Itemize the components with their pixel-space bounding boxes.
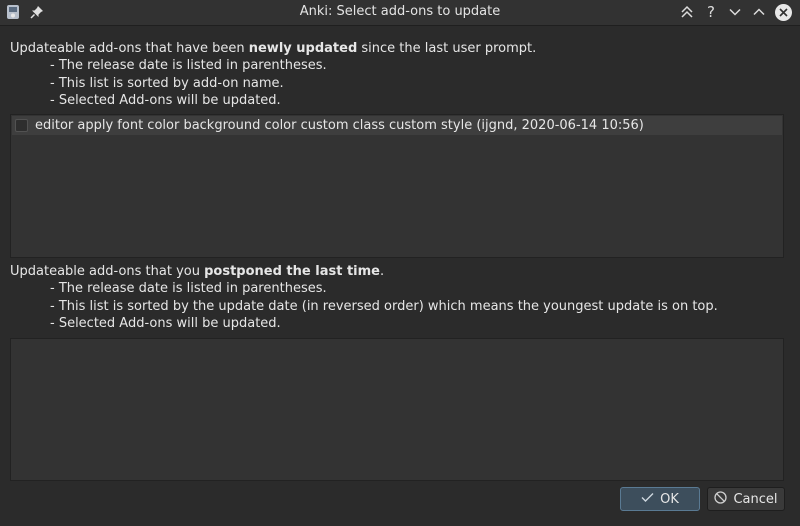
- title-bar: Anki: Select add-ons to update ?: [0, 0, 800, 26]
- bullet-text: - The release date is listed in parenthe…: [50, 281, 327, 297]
- newly-updated-description: Updateable add-ons that have been newly …: [10, 40, 536, 109]
- close-icon[interactable]: [774, 3, 792, 21]
- postponed-description: Updateable add-ons that you postponed th…: [10, 263, 718, 332]
- cancel-button[interactable]: Cancel: [707, 487, 785, 511]
- newly-updated-list[interactable]: editor apply font color background color…: [10, 114, 784, 258]
- cancel-label: Cancel: [733, 491, 778, 507]
- ok-button[interactable]: OK: [620, 487, 700, 511]
- postponed-list[interactable]: [10, 338, 784, 481]
- bullet-text: - Selected Add-ons will be updated.: [50, 92, 281, 108]
- addon-checkbox[interactable]: [15, 119, 28, 132]
- dialog-window: Anki: Select add-ons to update ? Updatea…: [0, 0, 800, 526]
- ok-label: OK: [660, 491, 679, 507]
- newly-updated-intro: Updateable add-ons that have been newly …: [10, 41, 537, 56]
- checkmark-icon: [641, 492, 654, 507]
- bullet-text: - This list is sorted by the update date…: [50, 298, 718, 314]
- bullet-text: - The release date is listed in parenthe…: [50, 58, 327, 74]
- chevron-down-icon[interactable]: [726, 3, 744, 21]
- cancel-icon: [714, 490, 728, 508]
- list-item[interactable]: editor apply font color background color…: [12, 116, 782, 135]
- bullet-text: - This list is sorted by add-on name.: [50, 75, 284, 91]
- bullet-text: - Selected Add-ons will be updated.: [50, 315, 281, 331]
- double-chevron-up-icon[interactable]: [678, 3, 696, 21]
- chevron-up-icon[interactable]: [750, 3, 768, 21]
- addon-label: editor apply font color background color…: [35, 118, 644, 133]
- question-icon[interactable]: ?: [702, 3, 720, 21]
- postponed-intro: Updateable add-ons that you postponed th…: [10, 264, 385, 279]
